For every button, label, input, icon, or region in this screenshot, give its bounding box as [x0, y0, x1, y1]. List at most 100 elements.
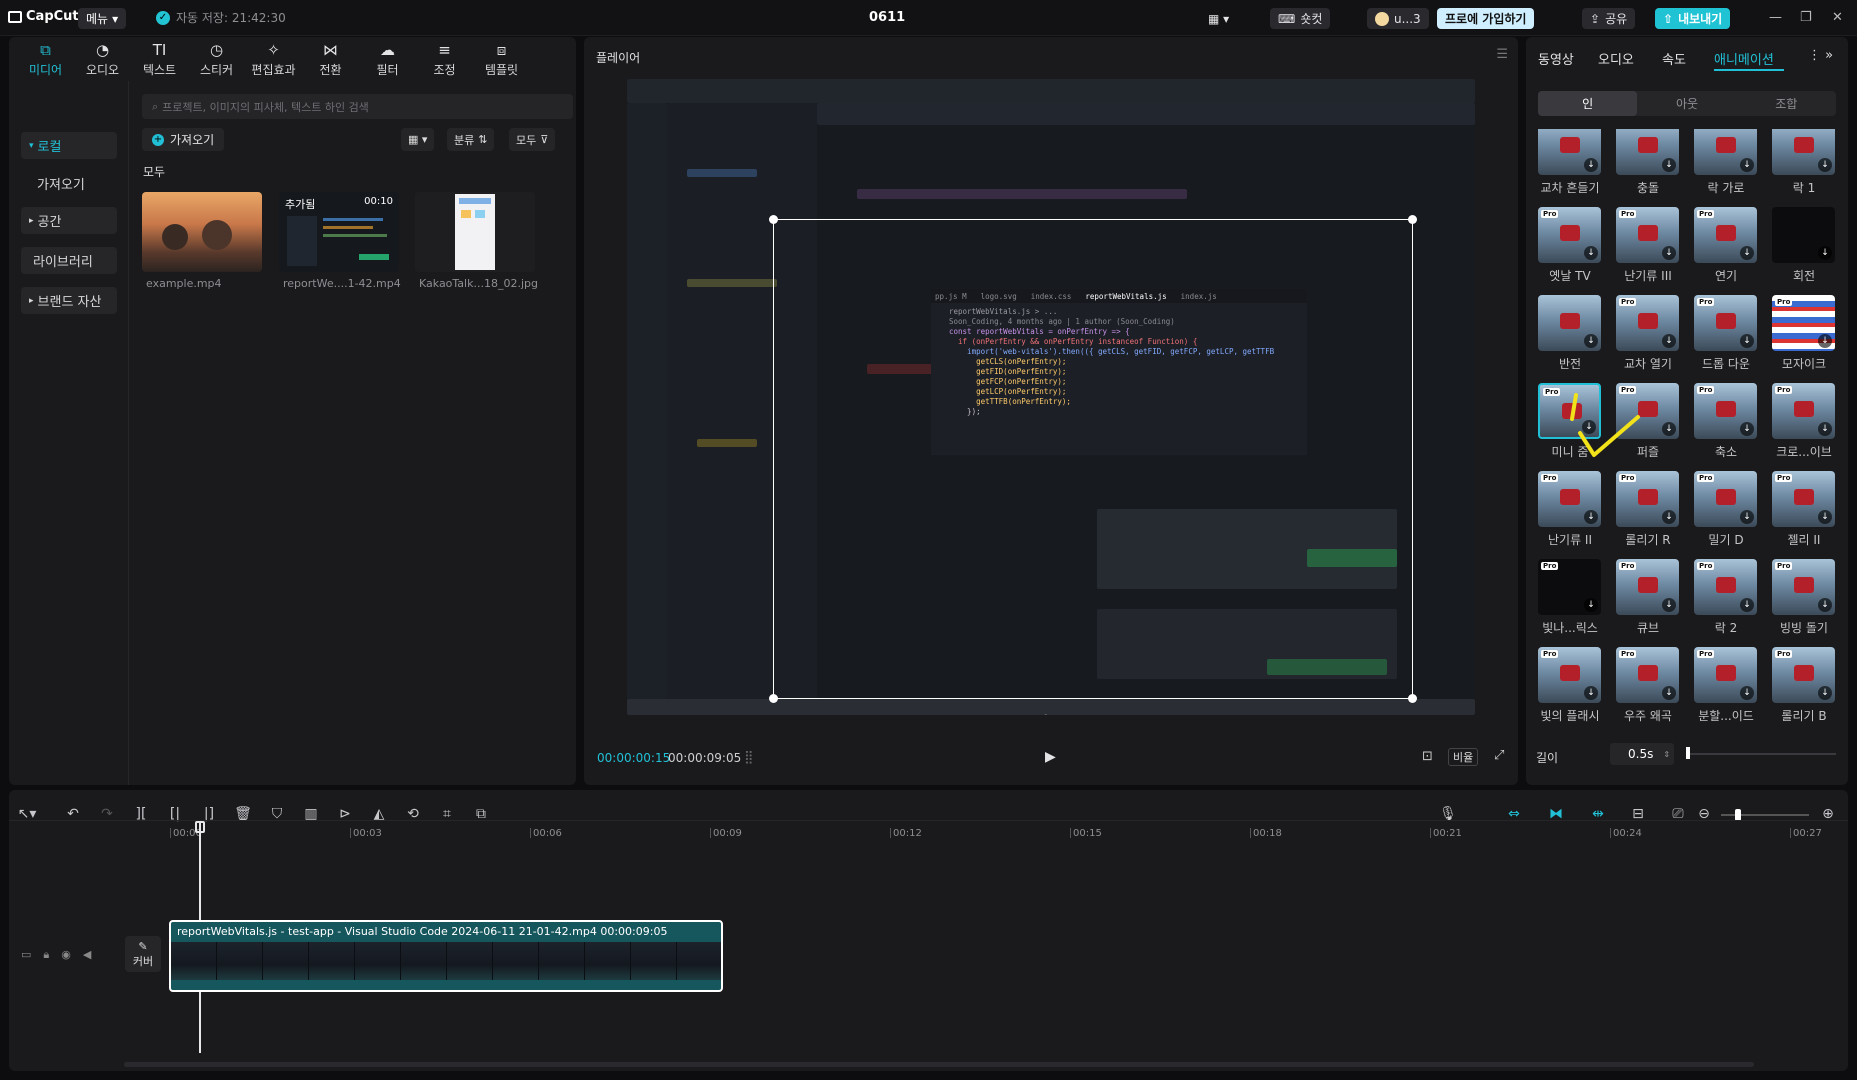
tab-right-3[interactable]: 애니메이션: [1714, 49, 1774, 68]
link-icon[interactable]: ⇹: [1588, 804, 1608, 824]
effect-thumb[interactable]: Pro ↓: [1616, 471, 1679, 527]
speed-icon[interactable]: ⊳: [335, 804, 355, 824]
video-preview[interactable]: pp.js Mlogo.svg index.css reportWebVitals.…: [627, 79, 1475, 715]
effect-thumb[interactable]: ↓: [1538, 295, 1601, 351]
effect-thumb[interactable]: ↓: [1616, 129, 1679, 175]
download-icon[interactable]: ↓: [1584, 598, 1598, 612]
join-pro-button[interactable]: 프로에 가입하기: [1437, 8, 1535, 29]
download-icon[interactable]: ↓: [1740, 686, 1754, 700]
select-icon[interactable]: ↖▾: [17, 804, 37, 824]
tab-filter[interactable]: ☁ 필터: [359, 37, 416, 81]
sidebar-item-brand[interactable]: ▸ 브랜드 자산: [21, 287, 117, 314]
pro-tool-icon[interactable]: ⧉: [471, 804, 491, 824]
tab-audio[interactable]: ◔ 오디오: [74, 37, 131, 81]
eye-icon[interactable]: ◉: [61, 948, 71, 962]
tab-transition[interactable]: ⋈ 전환: [302, 37, 359, 81]
user-button[interactable]: u...3: [1367, 8, 1429, 29]
effect-thumb[interactable]: Pro ↓: [1772, 647, 1835, 703]
download-icon[interactable]: ↓: [1740, 598, 1754, 612]
sidebar-item-library[interactable]: 라이브러리: [21, 247, 117, 274]
effect-thumb[interactable]: Pro ↓: [1694, 207, 1757, 263]
effect-thumb[interactable]: Pro ↓: [1694, 383, 1757, 439]
effect-thumb[interactable]: Pro ↓: [1694, 647, 1757, 703]
download-icon[interactable]: ↓: [1662, 510, 1676, 524]
download-icon[interactable]: ↓: [1584, 510, 1598, 524]
timeline-scrollbar[interactable]: [124, 1062, 1754, 1067]
download-icon[interactable]: ↓: [1584, 158, 1598, 172]
download-icon[interactable]: ↓: [1818, 246, 1832, 260]
effect-thumb[interactable]: ↓: [1772, 207, 1835, 263]
share-button[interactable]: ⇪ 공유: [1582, 8, 1636, 29]
effect-thumb[interactable]: Pro ↓: [1772, 295, 1835, 351]
menu-icon[interactable]: ☰: [1496, 47, 1508, 62]
close-icon[interactable]: ✕: [1832, 10, 1843, 25]
crop-selection-box[interactable]: [769, 215, 1417, 703]
freeze-icon[interactable]: ▥: [301, 804, 321, 824]
download-icon[interactable]: ↓: [1662, 334, 1676, 348]
tab-right-1[interactable]: 오디오: [1598, 49, 1634, 68]
minimize-icon[interactable]: —: [1769, 10, 1782, 25]
media-thumb-1[interactable]: [142, 192, 262, 272]
tab-template[interactable]: ⧈ 템플릿: [473, 37, 530, 81]
more-tabs-icon[interactable]: ⋮ »: [1808, 48, 1833, 63]
filter-button[interactable]: 모두 ⊽: [509, 128, 556, 151]
download-icon[interactable]: ↓: [1740, 510, 1754, 524]
effect-thumb[interactable]: Pro ↓: [1694, 471, 1757, 527]
ratio-button[interactable]: 비율: [1448, 748, 1479, 766]
fullscreen-icon[interactable]: ⤢: [1494, 748, 1504, 763]
segment-in[interactable]: 인: [1538, 91, 1638, 116]
project-name[interactable]: 0611: [869, 10, 905, 25]
effect-thumb[interactable]: Pro ↓: [1538, 647, 1601, 703]
magnet-icon[interactable]: ⧓: [1546, 804, 1566, 824]
view-toggle-button[interactable]: ▦ ▾: [401, 128, 435, 151]
zoom-out-icon[interactable]: ⊖: [1694, 804, 1714, 824]
split-icon[interactable]: ][: [131, 804, 151, 824]
play-icon[interactable]: ▶: [1045, 749, 1056, 765]
tab-adjust[interactable]: ≡ 조정: [416, 37, 473, 81]
download-icon[interactable]: ↓: [1584, 246, 1598, 260]
tab-effects[interactable]: ✧ 편집효과: [245, 37, 302, 81]
zoom-in-icon[interactable]: ⊕: [1818, 804, 1838, 824]
download-icon[interactable]: ↓: [1818, 598, 1832, 612]
download-icon[interactable]: ↓: [1818, 422, 1832, 436]
duration-slider[interactable]: [1686, 753, 1836, 755]
link-main-icon[interactable]: ⇔: [1504, 804, 1524, 824]
resize-handle[interactable]: [769, 215, 778, 224]
download-icon[interactable]: ↓: [1662, 158, 1676, 172]
download-icon[interactable]: ↓: [1818, 158, 1832, 172]
lock-icon[interactable]: 🔒︎: [43, 948, 49, 962]
shortcut-button[interactable]: ⌨ 숏컷: [1270, 8, 1331, 29]
tab-media[interactable]: ⧉ 미디어: [17, 37, 74, 81]
undo-icon[interactable]: ↶: [63, 804, 83, 824]
download-icon[interactable]: ↓: [1662, 598, 1676, 612]
download-icon[interactable]: ↓: [1818, 334, 1832, 348]
maximize-icon[interactable]: ❐: [1800, 10, 1812, 25]
effect-thumb[interactable]: Pro ↓: [1694, 559, 1757, 615]
media-thumb-3[interactable]: [415, 192, 535, 272]
video-clip[interactable]: reportWebVitals.js - test-app - Visual S…: [169, 920, 723, 992]
menu-button[interactable]: 메뉴 ▾: [78, 8, 127, 29]
sidebar-item-import[interactable]: 가져오기: [21, 170, 117, 197]
sidebar-item-local[interactable]: ▾ 로컬: [21, 132, 117, 159]
download-icon[interactable]: ↓: [1740, 334, 1754, 348]
search-input[interactable]: ⌕ 프로젝트, 이미지의 피사체, 텍스트 하인 검색: [142, 94, 573, 119]
effect-thumb[interactable]: ↓: [1538, 129, 1601, 175]
duration-input[interactable]: 0.5s ⇕: [1610, 743, 1674, 765]
media-thumb-2[interactable]: 추가됨 00:10: [279, 192, 399, 272]
effect-thumb[interactable]: ↓: [1694, 129, 1757, 175]
download-icon[interactable]: ↓: [1584, 686, 1598, 700]
download-icon[interactable]: ↓: [1662, 686, 1676, 700]
split-view-icon[interactable]: ⊟: [1628, 804, 1648, 824]
resize-handle[interactable]: [769, 694, 778, 703]
effect-thumb[interactable]: Pro ↓: [1538, 471, 1601, 527]
rotate-icon[interactable]: ⟳: [1041, 712, 1053, 715]
effect-thumb[interactable]: Pro ↓: [1538, 207, 1601, 263]
duration-slider-handle[interactable]: [1686, 747, 1690, 759]
import-button[interactable]: + 가져오기: [142, 128, 225, 151]
effect-thumb[interactable]: Pro ↓: [1772, 383, 1835, 439]
effect-thumb[interactable]: Pro ↓: [1538, 559, 1601, 615]
speaker-icon[interactable]: ◀: [83, 948, 91, 962]
download-icon[interactable]: ↓: [1818, 686, 1832, 700]
preview-icon[interactable]: ⎚: [1668, 804, 1688, 824]
timecode-grid-icon[interactable]: ⣿: [744, 750, 754, 765]
